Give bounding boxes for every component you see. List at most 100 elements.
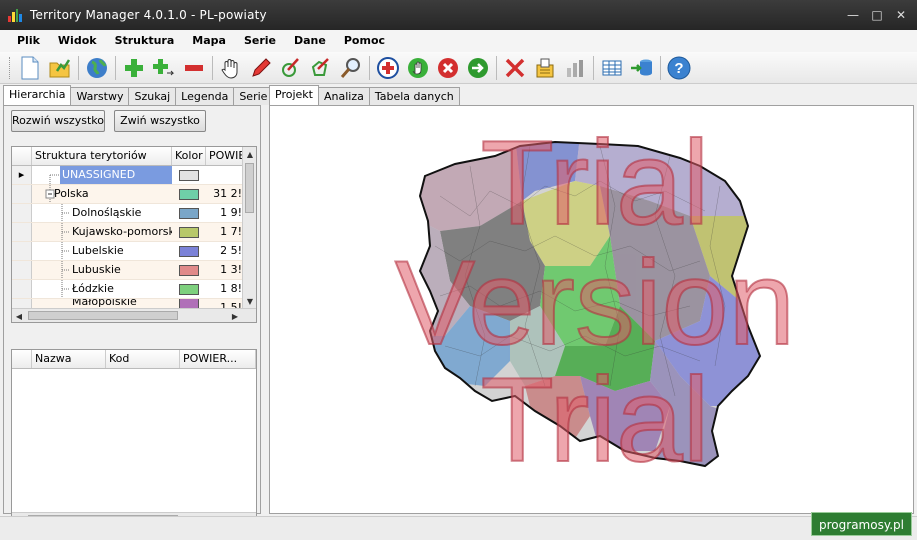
tree-row[interactable]: Dolnośląskie 1 9! <box>12 204 244 223</box>
scroll-thumb[interactable] <box>28 311 178 320</box>
tree-label: Kujawsko-pomorskie <box>72 225 172 238</box>
tab-analiza[interactable]: Analiza <box>317 87 370 105</box>
export-db-icon[interactable] <box>629 55 655 81</box>
bar-chart-icon[interactable] <box>562 55 588 81</box>
powierzchnia-value: 1 3! <box>220 263 242 276</box>
col-kod-header[interactable]: Kod <box>106 350 180 368</box>
close-window-button[interactable]: ✕ <box>891 6 911 24</box>
right-panel: Projekt Analiza Tabela danych Trial Vers… <box>269 85 914 514</box>
tab-hierarchia[interactable]: Hierarchia <box>3 85 72 105</box>
hand-circle-icon[interactable] <box>405 55 431 81</box>
remove-icon[interactable] <box>181 55 207 81</box>
col-powierzchnia-header[interactable]: POWIER... <box>180 350 256 368</box>
right-tabs: Projekt Analiza Tabela danych <box>269 85 914 105</box>
toolbar-grip[interactable] <box>9 56 12 79</box>
pencil-icon[interactable] <box>248 55 274 81</box>
color-swatch[interactable] <box>179 169 199 181</box>
new-file-icon[interactable] <box>17 55 43 81</box>
color-swatch[interactable] <box>179 207 199 219</box>
help-icon[interactable]: ? <box>666 55 692 81</box>
edit-check-icon[interactable] <box>278 55 304 81</box>
tab-warstwy[interactable]: Warstwy <box>70 87 130 105</box>
toolbar-separator <box>496 55 497 80</box>
color-swatch[interactable] <box>179 245 199 257</box>
menu-dane[interactable]: Dane <box>285 30 335 52</box>
tree-horizontal-scrollbar[interactable]: ◀ ▶ <box>12 308 256 322</box>
map-canvas[interactable]: Trial Version Trial <box>269 105 914 514</box>
menu-serie[interactable]: Serie <box>235 30 285 52</box>
tree-label: UNASSIGNED <box>60 166 172 184</box>
maximize-button[interactable]: □ <box>867 6 887 24</box>
scroll-left-arrow-icon[interactable]: ◀ <box>12 309 26 322</box>
row-selector-header <box>12 350 32 368</box>
tree-row[interactable]: Kujawsko-pomorskie 1 7! <box>12 223 244 242</box>
tree-row[interactable]: Lubelskie 2 5! <box>12 242 244 261</box>
color-swatch[interactable] <box>179 283 199 295</box>
tab-tabela-danych[interactable]: Tabela danych <box>368 87 460 105</box>
collapse-all-button[interactable]: Zwiń wszystko <box>114 110 206 132</box>
scroll-thumb[interactable] <box>245 163 254 213</box>
svg-text:?: ? <box>674 60 683 77</box>
left-panel: Hierarchia Warstwy Szukaj Legenda Serie … <box>3 85 274 527</box>
expand-all-button[interactable]: Rozwiń wszystko <box>11 110 105 132</box>
tree-label: Lubelskie <box>72 244 124 257</box>
add-icon[interactable] <box>121 55 147 81</box>
toolbar-separator <box>593 55 594 80</box>
open-folder-icon[interactable] <box>47 55 73 81</box>
row-selector <box>12 242 32 260</box>
territory-tree-grid[interactable]: Struktura terytoriów Kolor POWIE ▸ UNASS… <box>11 146 257 323</box>
hierarchy-tab-body: Rozwiń wszystko Zwiń wszystko Struktura … <box>3 105 261 527</box>
powierzchnia-value: 1 5! <box>220 301 242 308</box>
col-struktura-header[interactable]: Struktura terytoriów <box>32 147 172 165</box>
scroll-up-arrow-icon[interactable]: ▲ <box>243 147 256 161</box>
tab-serie[interactable]: Serie <box>233 87 274 105</box>
hand-pan-icon[interactable] <box>218 55 244 81</box>
menu-plik[interactable]: Plik <box>8 30 49 52</box>
menu-widok[interactable]: Widok <box>49 30 106 52</box>
tree-row[interactable]: Łódzkie 1 8! <box>12 280 244 299</box>
menu-struktura[interactable]: Struktura <box>106 30 184 52</box>
row-selector <box>12 185 32 203</box>
color-swatch[interactable] <box>179 188 199 200</box>
table-icon[interactable] <box>599 55 625 81</box>
scroll-down-arrow-icon[interactable]: ▼ <box>243 294 256 308</box>
toolbar-separator <box>369 55 370 80</box>
tree-vertical-scrollbar[interactable]: ▲ ▼ <box>242 147 256 308</box>
col-powie-header[interactable]: POWIE <box>206 147 244 165</box>
tree-label: Małopolskie <box>72 299 137 308</box>
powierzchnia-value: 2 5! <box>220 244 242 257</box>
cancel-circle-icon[interactable] <box>435 55 461 81</box>
arrow-circle-icon[interactable] <box>465 55 491 81</box>
globe-icon[interactable] <box>84 55 110 81</box>
status-badge: programosy.pl <box>811 512 912 536</box>
minimize-button[interactable]: — <box>843 6 863 24</box>
polygon-check-icon[interactable] <box>308 55 334 81</box>
delete-x-icon[interactable] <box>502 55 528 81</box>
color-swatch[interactable] <box>179 226 199 238</box>
tree-grid-header: Struktura terytoriów Kolor POWIE <box>12 147 244 166</box>
tab-szukaj[interactable]: Szukaj <box>128 87 177 105</box>
magnifier-icon[interactable] <box>338 55 364 81</box>
tab-projekt[interactable]: Projekt <box>269 85 319 105</box>
detail-grid-header: Nazwa Kod POWIER... <box>12 350 256 369</box>
col-kolor-header[interactable]: Kolor <box>172 147 206 165</box>
color-swatch[interactable] <box>179 264 199 276</box>
col-nazwa-header[interactable]: Nazwa <box>32 350 106 368</box>
plus-circle-icon[interactable] <box>375 55 401 81</box>
tree-row[interactable]: Polska 31 2! <box>12 185 244 204</box>
app-chart-icon <box>8 8 22 22</box>
tree-label: Lubuskie <box>72 263 121 276</box>
tree-row[interactable]: ▸ UNASSIGNED <box>12 166 244 185</box>
powierzchnia-value: 1 8! <box>220 282 242 295</box>
color-swatch[interactable] <box>179 299 199 308</box>
add-arrow-icon[interactable] <box>151 55 177 81</box>
territory-detail-grid[interactable]: Nazwa Kod POWIER... ◀ ▶ <box>11 349 257 527</box>
clipboard-icon[interactable] <box>532 55 558 81</box>
scroll-right-arrow-icon[interactable]: ▶ <box>228 309 242 322</box>
menu-mapa[interactable]: Mapa <box>183 30 235 52</box>
row-selector <box>12 280 32 298</box>
tree-row[interactable]: Lubuskie 1 3! <box>12 261 244 280</box>
menu-pomoc[interactable]: Pomoc <box>335 30 394 52</box>
row-selector <box>12 299 32 308</box>
tab-legenda[interactable]: Legenda <box>175 87 235 105</box>
